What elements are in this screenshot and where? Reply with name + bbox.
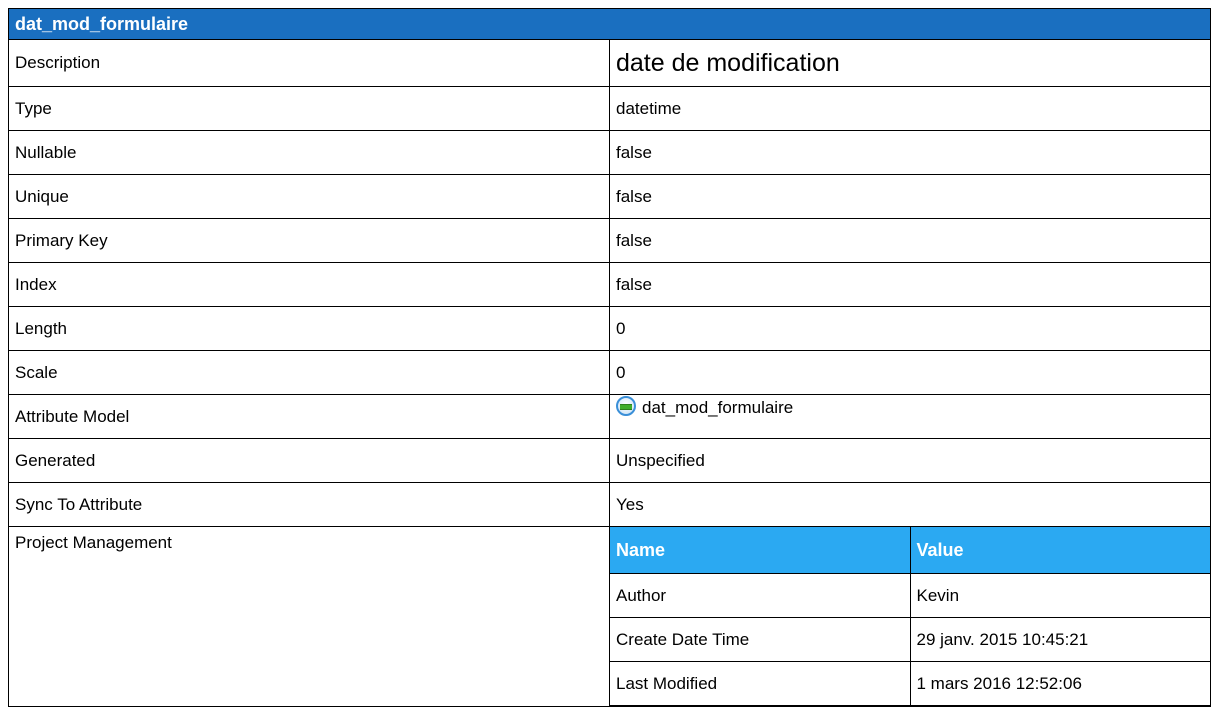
property-value-index: false (609, 262, 1211, 307)
property-label: Scale (8, 350, 610, 395)
property-value-attribute-model: dat_mod_formulaire (609, 394, 1211, 439)
pm-name-cell: Last Modified (610, 661, 911, 706)
property-value-scale: 0 (609, 350, 1211, 395)
property-row-length: Length 0 (8, 306, 1211, 351)
property-row-sync-to-attribute: Sync To Attribute Yes (8, 482, 1211, 527)
property-value-nullable: false (609, 130, 1211, 175)
property-label: Description (8, 39, 610, 87)
property-label: Project Management (8, 526, 610, 707)
project-management-cell: Name Value Author Kevin Create Date Time (609, 526, 1211, 707)
property-label: Sync To Attribute (8, 482, 610, 527)
property-row-generated: Generated Unspecified (8, 438, 1211, 483)
attribute-model-link[interactable]: dat_mod_formulaire (616, 396, 794, 418)
property-label: Primary Key (8, 218, 610, 263)
pm-name-cell: Author (610, 573, 911, 618)
table-row: Create Date Time 29 janv. 2015 10:45:21 (610, 617, 1210, 662)
property-value-unique: false (609, 174, 1211, 219)
pm-column-name: Name (610, 527, 911, 574)
property-label: Length (8, 306, 610, 351)
pm-name-cell: Create Date Time (610, 617, 911, 662)
attribute-model-name: dat_mod_formulaire (642, 397, 794, 417)
pm-header-row: Name Value (610, 527, 1210, 574)
table-row: Last Modified 1 mars 2016 12:52:06 (610, 661, 1210, 706)
pm-column-value: Value (909, 527, 1210, 574)
pm-value-cell: Kevin (909, 573, 1210, 618)
property-row-description: Description date de modification (8, 39, 1211, 87)
property-value-length: 0 (609, 306, 1211, 351)
project-management-table: Name Value Author Kevin Create Date Time (610, 527, 1210, 706)
property-row-type: Type datetime (8, 86, 1211, 131)
table-row: Author Kevin (610, 573, 1210, 618)
property-value-primary-key: false (609, 218, 1211, 263)
property-value-type: datetime (609, 86, 1211, 131)
property-value-generated: Unspecified (609, 438, 1211, 483)
table-header-row: dat_mod_formulaire (8, 8, 1211, 40)
attribute-model-icon (616, 396, 636, 417)
property-label: Nullable (8, 130, 610, 175)
property-row-scale: Scale 0 (8, 350, 1211, 395)
pm-value-cell: 29 janv. 2015 10:45:21 (909, 617, 1210, 662)
property-row-primary-key: Primary Key false (8, 218, 1211, 263)
property-row-attribute-model: Attribute Model dat_mod_formulaire (8, 394, 1211, 439)
attribute-title: dat_mod_formulaire (8, 8, 1211, 40)
property-label: Type (8, 86, 610, 131)
property-value-sync-to-attribute: Yes (609, 482, 1211, 527)
property-value-description: date de modification (609, 39, 1211, 87)
property-row-nullable: Nullable false (8, 130, 1211, 175)
pm-value-cell: 1 mars 2016 12:52:06 (909, 661, 1210, 706)
property-row-index: Index false (8, 262, 1211, 307)
attribute-detail-page: dat_mod_formulaire Description date de m… (8, 8, 1211, 707)
property-label: Generated (8, 438, 610, 483)
property-row-unique: Unique false (8, 174, 1211, 219)
property-label: Attribute Model (8, 394, 610, 439)
property-row-project-management: Project Management Name Value Author Kev… (8, 526, 1211, 707)
property-label: Unique (8, 174, 610, 219)
attribute-properties-table: dat_mod_formulaire Description date de m… (8, 8, 1211, 707)
property-label: Index (8, 262, 610, 307)
